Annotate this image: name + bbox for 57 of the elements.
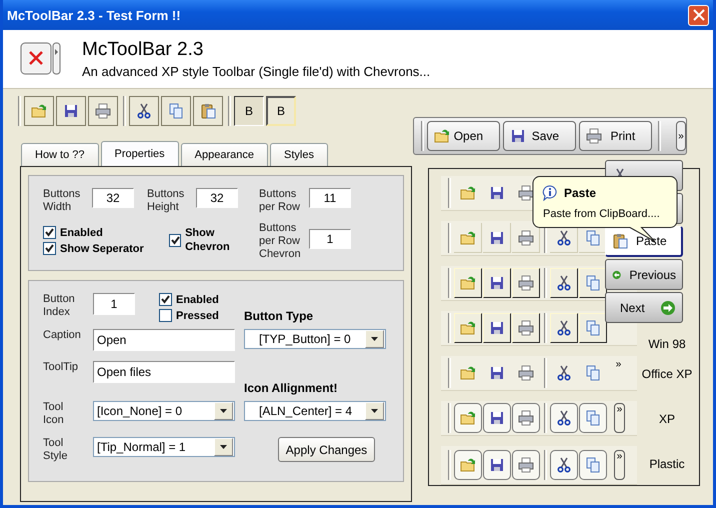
- section-heading: Button Type: [244, 309, 314, 323]
- menu-item[interactable]: Next: [605, 292, 683, 323]
- input-field[interactable]: Open files: [93, 361, 235, 383]
- field-label: Buttons Width: [43, 188, 82, 215]
- input-field[interactable]: 1: [309, 229, 351, 249]
- field-label: Buttons per Row: [259, 188, 301, 215]
- input-field[interactable]: 32: [92, 188, 134, 208]
- input-field[interactable]: 11: [309, 188, 351, 208]
- app-title: McToolBar 2.3: [82, 39, 204, 61]
- window-title: McToolBar 2.3 - Test Form !!: [7, 8, 181, 22]
- dropdown[interactable]: [ALN_Center] = 4: [244, 401, 386, 421]
- field-label: Buttons per Row Chevron: [259, 222, 302, 261]
- checkbox-label: Show Seperator: [60, 242, 144, 254]
- tab[interactable]: Appearance: [180, 143, 268, 166]
- dropdown-value: [Icon_None] = 0: [96, 404, 182, 418]
- input-field[interactable]: 32: [196, 188, 238, 208]
- tooltip-title: Paste: [564, 186, 596, 200]
- style-label: XP: [658, 412, 676, 426]
- dropdown-value: [ALN_Center] = 4: [258, 404, 352, 418]
- dropdown-value: [Tip_Normal] = 1: [96, 440, 186, 454]
- chevron-button[interactable]: »: [614, 359, 623, 387]
- section-heading: Icon Allignment!: [244, 381, 339, 395]
- checkbox-label: Enabled: [176, 294, 219, 306]
- toolbar-button[interactable]: B: [266, 96, 296, 126]
- field-label: Button Index: [43, 293, 76, 320]
- dropdown[interactable]: [Tip_Normal] = 1: [93, 437, 235, 457]
- menu-item[interactable]: Previous: [605, 259, 683, 290]
- chevron-button[interactable]: »: [676, 121, 686, 151]
- chevron-button[interactable]: »: [614, 450, 625, 480]
- input-field[interactable]: Open: [93, 329, 235, 351]
- tooltip-text: Paste from ClipBoard....: [543, 208, 660, 220]
- tab[interactable]: Properties: [100, 141, 179, 166]
- checkbox-label: Show Chevron: [185, 226, 231, 254]
- menu-item[interactable]: Paste: [605, 226, 683, 257]
- checkbox-label: Pressed: [176, 310, 219, 322]
- dropdown-value: [TYP_Button] = 0: [258, 332, 351, 346]
- field-label: ToolTip: [43, 361, 80, 375]
- field-label: Caption: [43, 329, 82, 343]
- tab[interactable]: How to ??: [21, 143, 99, 166]
- style-label: Win 98: [647, 337, 687, 351]
- field-label: Tool Style: [43, 437, 68, 464]
- tab[interactable]: Styles: [270, 143, 328, 166]
- field-label: Tool Icon: [43, 401, 65, 428]
- checkbox-label: Enabled: [60, 226, 103, 238]
- dropdown[interactable]: [TYP_Button] = 0: [244, 329, 386, 349]
- apply-changes-button[interactable]: Apply Changes: [278, 437, 375, 462]
- toolbar-button[interactable]: B: [234, 96, 264, 126]
- chevron-button[interactable]: »: [614, 403, 625, 433]
- toolbar-button[interactable]: Open: [426, 121, 500, 151]
- field-label: Buttons Height: [147, 188, 186, 215]
- dropdown[interactable]: [Icon_None] = 0: [93, 401, 235, 421]
- style-label: Office XP: [640, 367, 694, 381]
- app-subtitle: An advanced XP style Toolbar (Single file'd) with Chevrons...: [82, 64, 430, 79]
- toolbar-button[interactable]: Save: [503, 121, 576, 151]
- input-field[interactable]: 1: [93, 293, 135, 315]
- style-label: Plastic: [648, 457, 686, 471]
- toolbar-button[interactable]: Print: [579, 121, 652, 151]
